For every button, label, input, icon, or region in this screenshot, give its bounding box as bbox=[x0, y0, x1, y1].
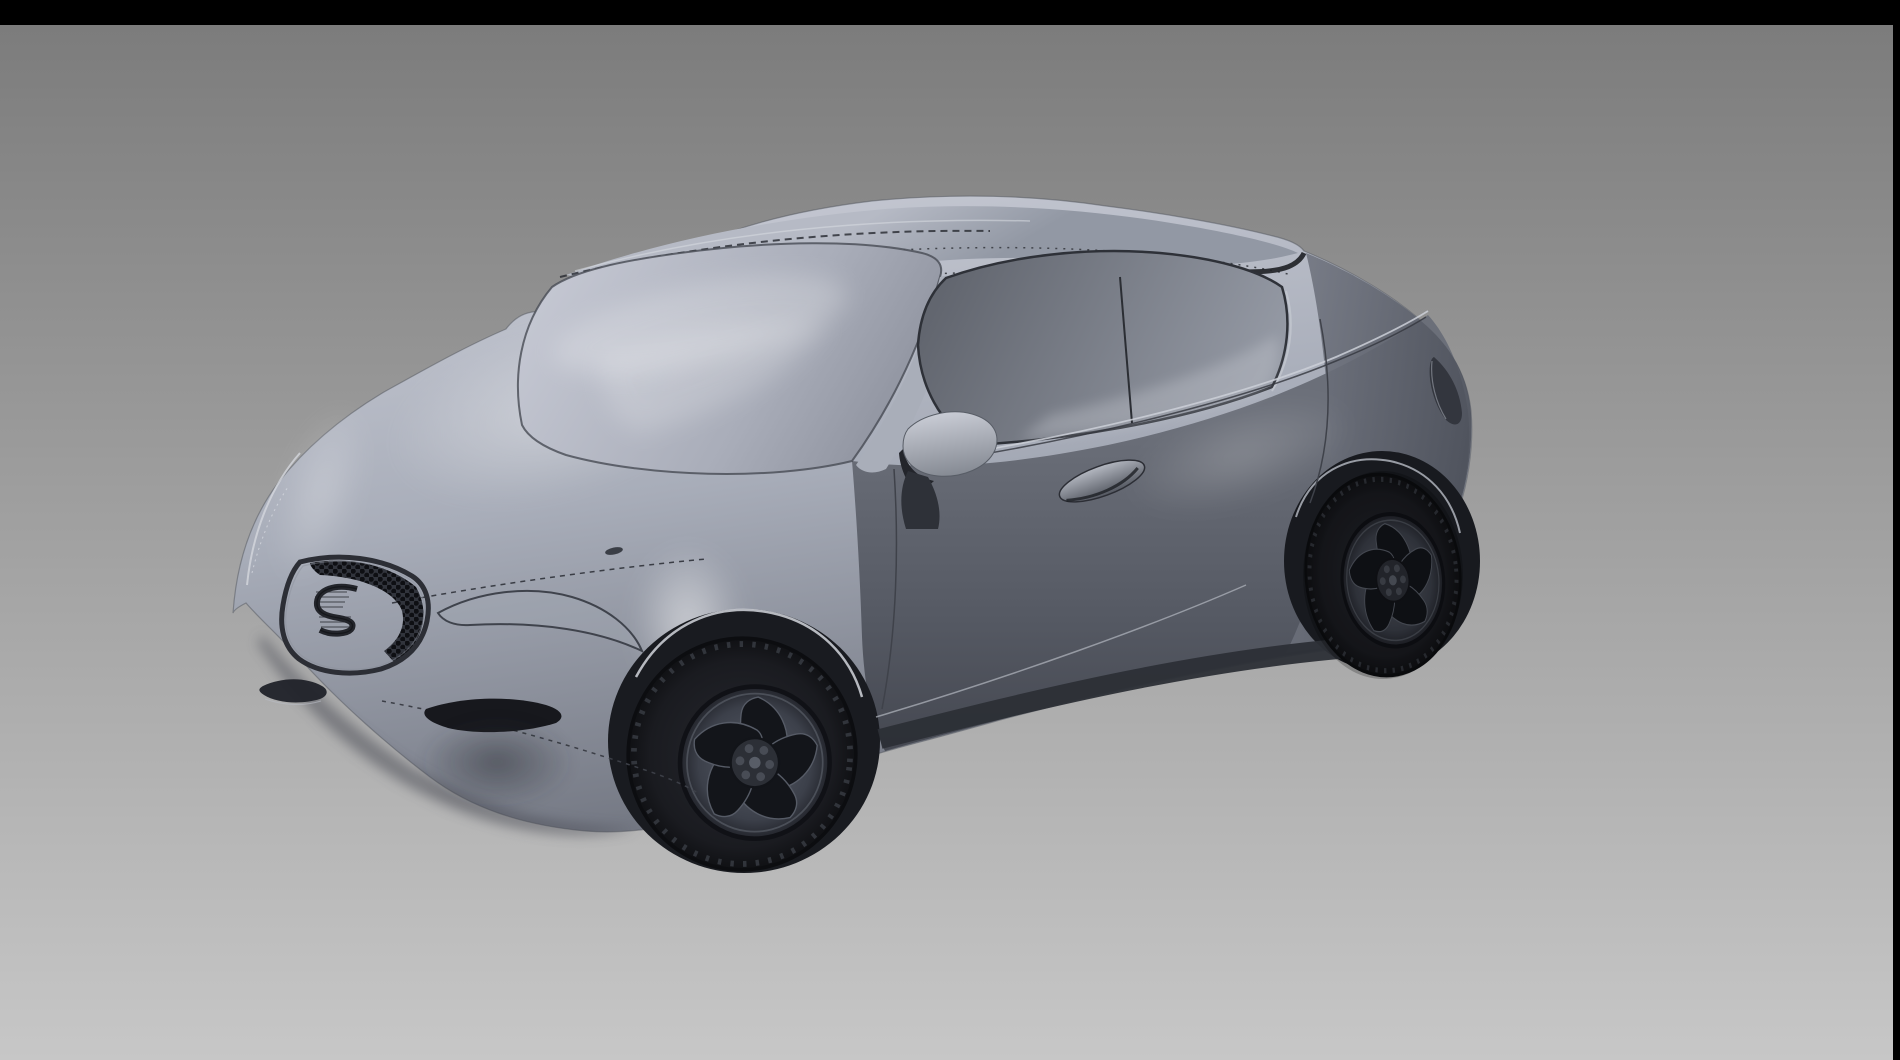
car-render-canvas bbox=[0, 25, 1900, 1060]
render-viewport[interactable] bbox=[0, 25, 1893, 1060]
intake-recess-shadow bbox=[419, 716, 575, 808]
bumper-air-intake[interactable] bbox=[419, 699, 575, 808]
car-model[interactable] bbox=[233, 196, 1480, 884]
app-screen bbox=[0, 0, 1900, 1060]
top-letterbox-bar bbox=[0, 0, 1900, 25]
right-letterbox-bar bbox=[1893, 0, 1900, 1060]
